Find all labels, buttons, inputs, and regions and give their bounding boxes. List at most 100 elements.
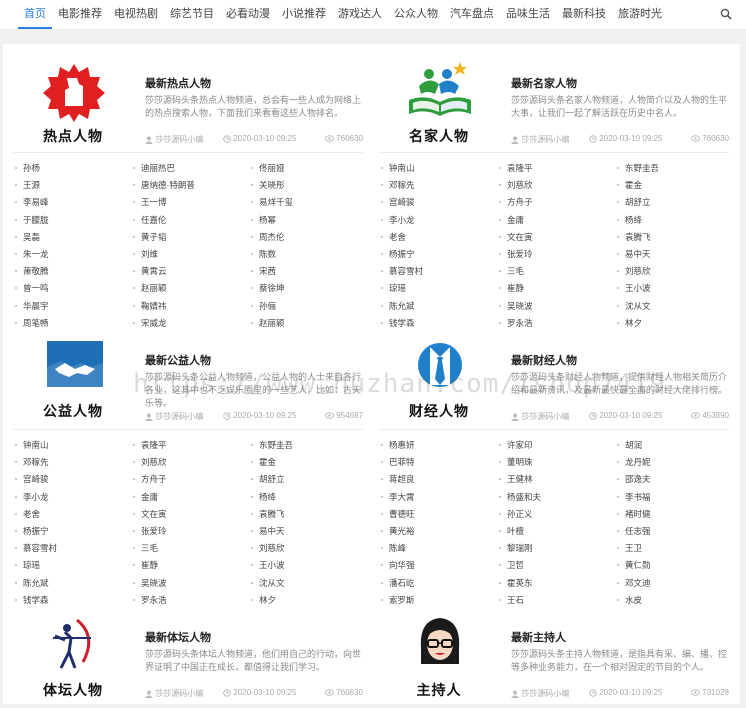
person-link[interactable]: 孙杨 (15, 162, 133, 179)
person-link[interactable]: 叶檀 (499, 525, 617, 542)
person-link[interactable]: 王小波 (617, 282, 731, 299)
person-link[interactable]: 曾一鸣 (15, 282, 133, 299)
person-link[interactable]: 吴晓波 (499, 300, 617, 317)
person-link[interactable]: 赵丽颖 (133, 282, 251, 299)
person-link[interactable]: 老舍 (381, 231, 499, 248)
person-link[interactable]: 文在寅 (499, 231, 617, 248)
person-link[interactable]: 袁腾飞 (617, 231, 731, 248)
person-link[interactable]: 蔡徐坤 (251, 282, 365, 299)
person-link[interactable]: 唐纳德·特朗普 (133, 179, 251, 196)
person-link[interactable]: 沈从文 (251, 577, 365, 594)
person-link[interactable]: 刘慈欣 (617, 265, 731, 282)
person-link[interactable]: 华晨宇 (15, 300, 133, 317)
person-link[interactable]: 王卫 (617, 542, 731, 559)
person-link[interactable]: 陈数 (251, 248, 365, 265)
person-link[interactable]: 黄仁勋 (617, 559, 731, 576)
person-link[interactable]: 宋茜 (251, 265, 365, 282)
person-link[interactable]: 鞠婧祎 (133, 300, 251, 317)
person-link[interactable]: 李易峰 (15, 196, 133, 213)
person-link[interactable]: 董明珠 (499, 456, 617, 473)
person-link[interactable]: 王源 (15, 179, 133, 196)
person-link[interactable]: 黎瑞刚 (499, 542, 617, 559)
person-link[interactable]: 刘慈欣 (251, 542, 365, 559)
person-link[interactable]: 袁隆平 (133, 439, 251, 456)
person-link[interactable]: 袁隆平 (499, 162, 617, 179)
nav-item-tv[interactable]: 电视热剧 (108, 0, 164, 29)
person-link[interactable]: 邵逸夫 (617, 473, 731, 490)
person-link[interactable]: 吴晓波 (133, 577, 251, 594)
category-logo[interactable]: 体坛人物 (13, 608, 133, 708)
person-link[interactable]: 三毛 (133, 542, 251, 559)
person-link[interactable]: 黄霄云 (133, 265, 251, 282)
person-link[interactable]: 杨振宁 (381, 248, 499, 265)
person-link[interactable]: 方舟子 (499, 196, 617, 213)
person-link[interactable]: 王健林 (499, 473, 617, 490)
person-link[interactable]: 邓稼先 (15, 456, 133, 473)
person-link[interactable]: 杨惠妍 (381, 439, 499, 456)
person-link[interactable]: 陈允斌 (15, 577, 133, 594)
nav-item-games[interactable]: 游戏达人 (332, 0, 388, 29)
person-link[interactable]: 宫崎骏 (15, 473, 133, 490)
category-title[interactable]: 最新名家人物 (511, 75, 577, 91)
person-link[interactable]: 东野圭吾 (251, 439, 365, 456)
nav-item-cars[interactable]: 汽车盘点 (444, 0, 500, 29)
person-link[interactable]: 褚时健 (617, 508, 731, 525)
category-logo[interactable]: 财经人物 (379, 331, 499, 431)
person-link[interactable]: 卫哲 (499, 559, 617, 576)
category-title[interactable]: 最新财经人物 (511, 352, 577, 368)
person-link[interactable]: 朱一龙 (15, 248, 133, 265)
nav-item-public-figures[interactable]: 公众人物 (388, 0, 444, 29)
person-link[interactable]: 龙丹妮 (617, 456, 731, 473)
person-link[interactable]: 胡润 (617, 439, 731, 456)
person-link[interactable]: 潘石屹 (381, 577, 499, 594)
person-link[interactable]: 杨振宁 (15, 525, 133, 542)
person-link[interactable]: 胡舒立 (617, 196, 731, 213)
person-link[interactable]: 杨盛和夫 (499, 491, 617, 508)
person-link[interactable]: 沈从文 (617, 300, 731, 317)
person-link[interactable]: 老舍 (15, 508, 133, 525)
category-logo[interactable]: 主持人 (379, 608, 499, 708)
person-link[interactable]: 金庸 (133, 491, 251, 508)
person-link[interactable]: 关晓彤 (251, 179, 365, 196)
category-logo[interactable]: 名家人物 (379, 54, 499, 154)
person-link[interactable]: 任志强 (617, 525, 731, 542)
person-link[interactable]: 宫崎骏 (381, 196, 499, 213)
nav-item-home[interactable]: 首页 (18, 0, 52, 29)
person-link[interactable]: 霍金 (251, 456, 365, 473)
person-link[interactable]: 邓文迪 (617, 577, 731, 594)
person-link[interactable]: 任嘉伦 (133, 214, 251, 231)
person-link[interactable]: 陈峰 (381, 542, 499, 559)
person-link[interactable]: 刘维 (133, 248, 251, 265)
person-link[interactable]: 杨幂 (251, 214, 365, 231)
person-link[interactable]: 于朦胧 (15, 214, 133, 231)
person-link[interactable]: 黄光裕 (381, 525, 499, 542)
person-link[interactable]: 周杰伦 (251, 231, 365, 248)
person-link[interactable]: 吴磊 (15, 231, 133, 248)
person-link[interactable]: 王一博 (133, 196, 251, 213)
person-link[interactable]: 李大霄 (381, 491, 499, 508)
person-link[interactable]: 许家印 (499, 439, 617, 456)
person-link[interactable]: 霍金 (617, 179, 731, 196)
person-link[interactable]: 王小波 (251, 559, 365, 576)
category-title[interactable]: 最新公益人物 (145, 352, 211, 368)
person-link[interactable]: 钟南山 (381, 162, 499, 179)
person-link[interactable]: 向华强 (381, 559, 499, 576)
person-link[interactable]: 慕容雪村 (15, 542, 133, 559)
person-link[interactable]: 李小龙 (15, 491, 133, 508)
person-link[interactable]: 陈允斌 (381, 300, 499, 317)
person-link[interactable]: 胡舒立 (251, 473, 365, 490)
nav-item-novels[interactable]: 小说推荐 (276, 0, 332, 29)
category-logo[interactable]: 热点人物 (13, 54, 133, 154)
person-link[interactable]: 黄子韬 (133, 231, 251, 248)
person-link[interactable]: 巴菲特 (381, 456, 499, 473)
nav-item-anime[interactable]: 必看动漫 (220, 0, 276, 29)
nav-item-movies[interactable]: 电影推荐 (52, 0, 108, 29)
person-link[interactable]: 李书福 (617, 491, 731, 508)
person-link[interactable]: 迪丽热巴 (133, 162, 251, 179)
person-link[interactable]: 刘慈欣 (499, 179, 617, 196)
person-link[interactable]: 刘慈欣 (133, 456, 251, 473)
person-link[interactable]: 袁腾飞 (251, 508, 365, 525)
person-link[interactable]: 崔静 (133, 559, 251, 576)
person-link[interactable]: 钟南山 (15, 439, 133, 456)
person-link[interactable]: 慕容雪村 (381, 265, 499, 282)
